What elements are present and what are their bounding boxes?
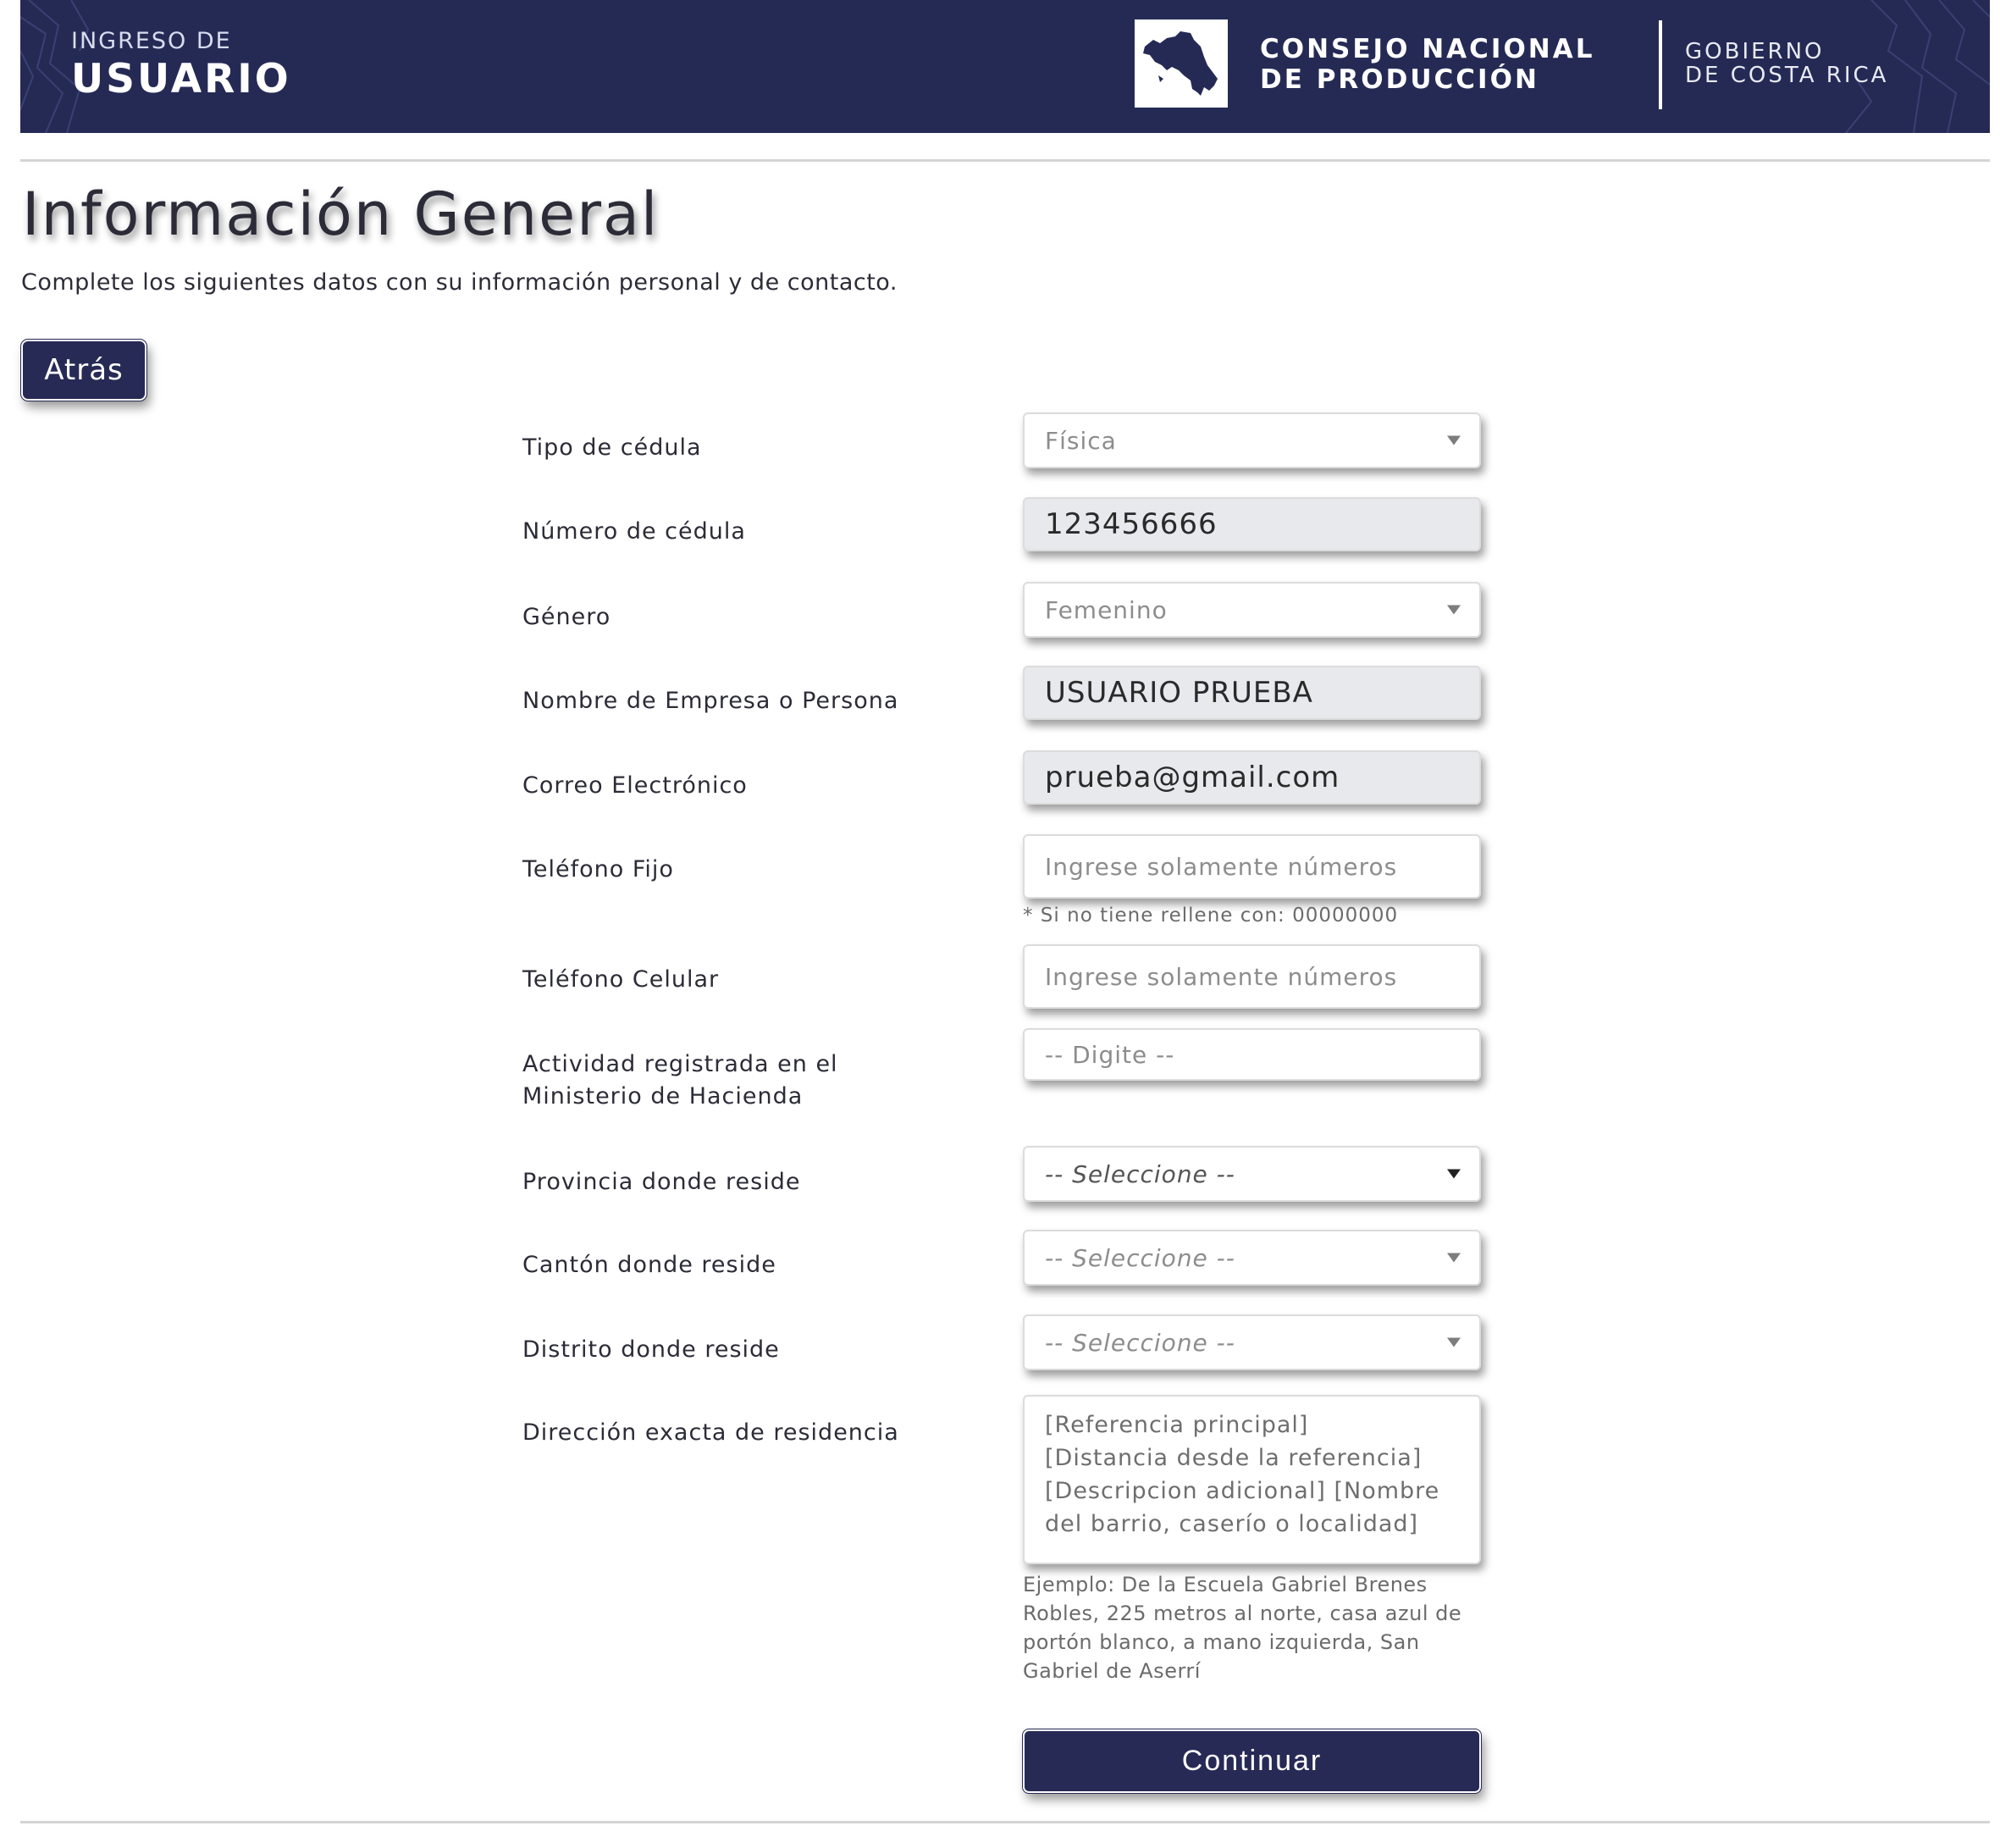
chevron-down-icon <box>1447 1169 1461 1179</box>
numero-cedula-field[interactable]: 123456666 <box>1023 497 1481 551</box>
telefono-fijo-hint: * Si no tiene rellene con: 00000000 <box>1023 905 1399 927</box>
nombre-field[interactable]: USUARIO PRUEBA <box>1023 666 1481 720</box>
label-genero: Género <box>522 604 611 630</box>
label-actividad-line1: Actividad registrada en el <box>522 1051 838 1077</box>
chevron-down-icon <box>1447 1337 1461 1347</box>
label-canton: Cantón donde reside <box>522 1252 776 1278</box>
label-numero-cedula: Número de cédula <box>522 518 746 545</box>
nombre-value: USUARIO PRUEBA <box>1045 676 1313 710</box>
continue-button[interactable]: Continuar <box>1022 1729 1482 1794</box>
chevron-down-icon <box>1447 435 1461 445</box>
bottom-divider <box>20 1821 1990 1823</box>
actividad-input[interactable]: -- Digite -- <box>1023 1028 1481 1081</box>
provincia-select[interactable]: -- Seleccione -- <box>1023 1146 1481 1202</box>
numero-cedula-value: 123456666 <box>1045 507 1218 541</box>
actividad-placeholder: -- Digite -- <box>1045 1040 1175 1069</box>
genero-select[interactable]: Femenino <box>1023 582 1481 638</box>
chevron-down-icon <box>1447 1253 1461 1263</box>
site-header: INGRESO DE USUARIO CONSEJO NACIONAL DE P… <box>20 0 1990 133</box>
label-correo: Correo Electrónico <box>522 772 748 799</box>
telefono-fijo-input[interactable]: Ingrese solamente números <box>1023 834 1481 899</box>
gov-name-line1: GOBIERNO <box>1685 39 1825 64</box>
telefono-celular-input[interactable]: Ingrese solamente números <box>1023 944 1481 1009</box>
tipo-cedula-value: Física <box>1045 426 1117 455</box>
label-telefono-celular: Teléfono Celular <box>522 966 720 993</box>
brand-title: USUARIO <box>71 56 291 102</box>
label-nombre: Nombre de Empresa o Persona <box>522 688 899 714</box>
tipo-cedula-select[interactable]: Física <box>1023 412 1481 468</box>
label-direccion: Dirección exacta de residencia <box>522 1419 899 1446</box>
org-name-line1: CONSEJO NACIONAL <box>1260 34 1595 64</box>
direccion-example: Ejemplo: De la Escuela Gabriel Brenes Ro… <box>1023 1573 1462 1683</box>
telefono-celular-placeholder: Ingrese solamente números <box>1045 962 1398 991</box>
telefono-fijo-placeholder: Ingrese solamente números <box>1045 852 1398 881</box>
correo-value: prueba@gmail.com <box>1045 761 1340 794</box>
org-name-line2: DE PRODUCCIÓN <box>1260 64 1539 95</box>
label-tipo-cedula: Tipo de cédula <box>522 434 702 461</box>
page-title: Información General <box>22 180 660 249</box>
canton-value: -- Seleccione -- <box>1045 1243 1235 1272</box>
chevron-down-icon <box>1447 605 1461 615</box>
provincia-value: -- Seleccione -- <box>1045 1159 1235 1188</box>
distrito-select[interactable]: -- Seleccione -- <box>1023 1314 1481 1370</box>
costa-rica-map-icon <box>1143 31 1218 96</box>
label-provincia: Provincia donde reside <box>522 1169 801 1195</box>
canton-select[interactable]: -- Seleccione -- <box>1023 1230 1481 1286</box>
genero-value: Femenino <box>1045 595 1168 624</box>
label-telefono-fijo: Teléfono Fijo <box>522 856 674 883</box>
page-subtitle: Complete los siguientes datos con su inf… <box>21 269 898 296</box>
brand-subtitle: INGRESO DE <box>71 28 232 54</box>
direccion-textarea[interactable]: [Referencia principal] [Distancia desde … <box>1023 1395 1481 1564</box>
distrito-value: -- Seleccione -- <box>1045 1328 1235 1357</box>
header-divider <box>1659 20 1662 109</box>
label-actividad-line2: Ministerio de Hacienda <box>522 1083 804 1109</box>
cnp-logo <box>1135 19 1228 108</box>
label-distrito: Distrito donde reside <box>522 1336 780 1363</box>
top-divider <box>20 159 1990 162</box>
correo-field[interactable]: prueba@gmail.com <box>1023 750 1481 805</box>
gov-name-line2: DE COSTA RICA <box>1685 63 1889 88</box>
back-button[interactable]: Atrás <box>20 339 147 401</box>
